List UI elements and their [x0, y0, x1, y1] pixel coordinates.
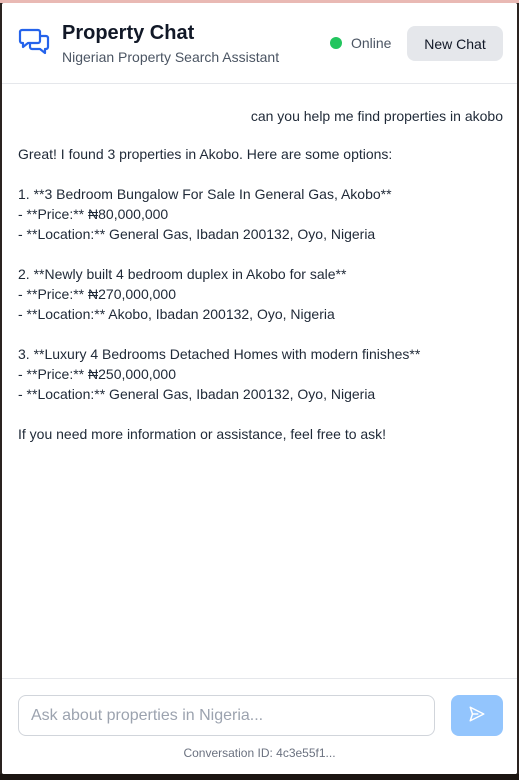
message-line	[18, 404, 420, 424]
chat-bubbles-icon	[18, 25, 52, 59]
chat-footer: Conversation ID: 4c3e55f1...	[2, 678, 517, 774]
message-line: 3. **Luxury 4 Bedrooms Detached Homes wi…	[18, 346, 421, 362]
status-text: Online	[351, 35, 392, 51]
online-dot-icon	[330, 37, 342, 49]
app-subtitle: Nigerian Property Search Assistant	[62, 49, 280, 65]
message-line: 2. **Newly built 4 bedroom duplex in Ako…	[18, 266, 347, 282]
message-line: - **Price:** ₦80,000,000	[18, 206, 169, 222]
status-indicator: Online	[330, 35, 391, 51]
new-chat-button[interactable]: New Chat	[407, 26, 503, 61]
send-button[interactable]	[451, 695, 503, 736]
message-line: - **Price:** ₦270,000,000	[18, 286, 176, 302]
message-line: If you need more information or assistan…	[18, 426, 387, 442]
message-line: Great! I found 3 properties in Akobo. He…	[18, 146, 393, 162]
app-title: Property Chat	[62, 22, 195, 44]
message-line	[18, 324, 420, 344]
chat-header: Property Chat Nigerian Property Search A…	[2, 3, 517, 84]
message-list[interactable]: can you help me find properties in akobo…	[2, 84, 517, 678]
message-line	[18, 164, 420, 184]
message-line: - **Location:** General Gas, Ibadan 2001…	[18, 386, 376, 402]
chat-window: Property Chat Nigerian Property Search A…	[2, 3, 517, 774]
message-line: 1. **3 Bedroom Bungalow For Sale In Gene…	[18, 186, 392, 202]
conversation-id: Conversation ID: 4c3e55f1...	[183, 746, 336, 760]
assistant-message: Great! I found 3 properties in Akobo. He…	[18, 144, 420, 444]
message-line: - **Location:** Akobo, Ibadan 200132, Oy…	[18, 306, 335, 322]
message-input[interactable]	[18, 695, 435, 736]
bottom-edge-strip	[0, 774, 519, 780]
message-line: - **Price:** ₦250,000,000	[18, 366, 176, 382]
message-line	[18, 244, 420, 264]
send-icon	[468, 705, 486, 726]
user-message: can you help me find properties in akobo	[250, 108, 503, 124]
message-line: - **Location:** General Gas, Ibadan 2001…	[18, 226, 376, 242]
